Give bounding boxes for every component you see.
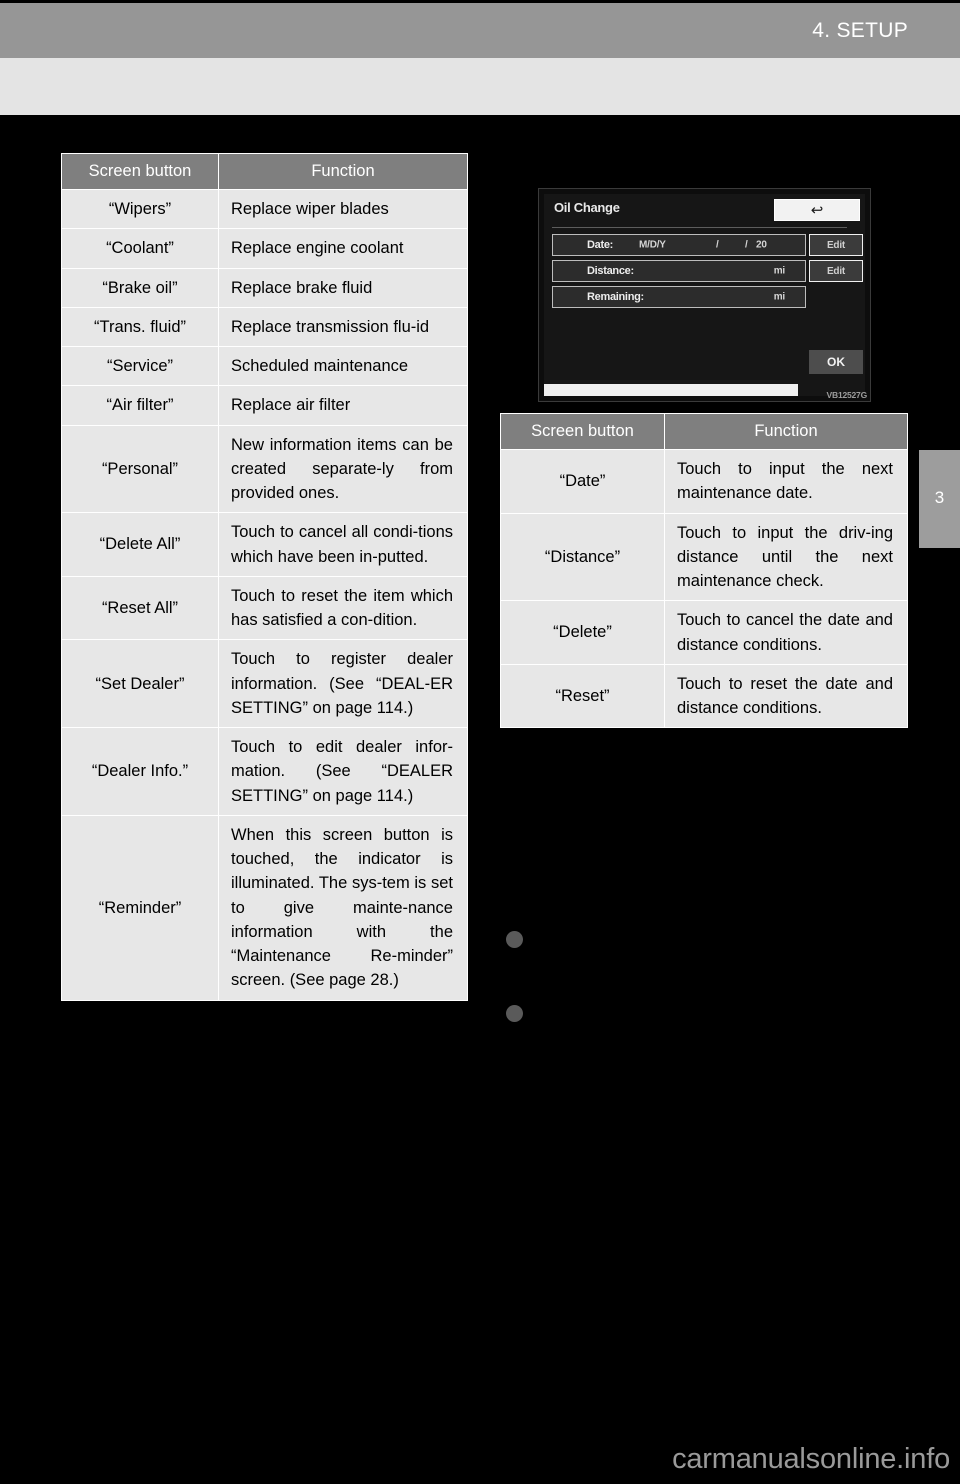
date-year-prefix: 20 xyxy=(756,239,767,251)
ok-button[interactable]: OK xyxy=(809,350,863,374)
screen-button-name: “Reset All” xyxy=(61,575,219,641)
chapter-tab: 3 xyxy=(919,450,960,548)
title-divider xyxy=(552,227,847,228)
page-subheader-band xyxy=(0,58,960,115)
back-arrow-icon: ↩ xyxy=(810,201,824,219)
screen-button-name: “Air filter” xyxy=(61,385,219,426)
oil-change-screen-figure: Oil Change ↩ Date: M/D/Y / / 20 Edit Dis… xyxy=(538,188,871,402)
back-button[interactable]: ↩ xyxy=(774,199,860,221)
table-row: “Air filter” Replace air filter xyxy=(61,385,468,426)
table-row: “Reset” Touch to reset the date and dist… xyxy=(500,663,908,729)
table-row: “Reset All” Touch to reset the item whic… xyxy=(61,575,468,641)
column-header-function: Function xyxy=(664,413,908,450)
device-bottom-bar xyxy=(544,384,798,396)
distance-row[interactable]: Distance: mi xyxy=(552,260,806,282)
remaining-row: Remaining: mi xyxy=(552,286,806,308)
date-slash-2: / xyxy=(745,239,748,251)
date-edit-label: Edit xyxy=(826,239,846,251)
column-header-screen-button: Screen button xyxy=(500,413,665,450)
date-edit-button[interactable]: Edit xyxy=(809,234,863,256)
screen-button-name: “Dealer Info.” xyxy=(61,727,219,816)
chapter-tab-number: 3 xyxy=(934,488,945,507)
date-format-hint: M/D/Y xyxy=(639,239,666,251)
figure-reference-code: VB12527G xyxy=(826,390,868,400)
screen-button-name: “Wipers” xyxy=(61,188,219,230)
table-row: “Reminder” When this screen button is to… xyxy=(61,814,468,1001)
function-description: Replace transmission flu-id xyxy=(218,306,468,348)
distance-row-label: Distance: xyxy=(587,265,634,277)
screen-button-name: “Set Dealer” xyxy=(61,639,219,728)
screen-button-name: “Reminder” xyxy=(61,814,219,1001)
bullet-marker-icon xyxy=(506,1005,523,1022)
column-header-screen-button: Screen button xyxy=(61,153,219,190)
function-description: New information items can be created sep… xyxy=(218,424,468,514)
table-row: “Wipers” Replace wiper blades xyxy=(61,188,468,230)
device-screen-body: Oil Change ↩ Date: M/D/Y / / 20 Edit Dis… xyxy=(544,194,865,396)
date-slash-1: / xyxy=(716,239,719,251)
distance-unit: mi xyxy=(773,265,785,277)
table-row: “Dealer Info.” Touch to edit dealer info… xyxy=(61,727,468,816)
screen-button-name: “Delete All” xyxy=(61,512,219,577)
remaining-row-label: Remaining: xyxy=(587,291,644,303)
column-header-function: Function xyxy=(218,153,468,190)
table-row: “Trans. fluid” Replace transmission flu-… xyxy=(61,306,468,348)
table-row: “Coolant” Replace engine coolant xyxy=(61,228,468,269)
screen-button-name: “Service” xyxy=(61,345,219,387)
function-description: Scheduled maintenance xyxy=(218,345,468,387)
function-description: Replace wiper blades xyxy=(218,188,468,230)
table-row: “Date” Touch to input the next maintenan… xyxy=(500,449,908,514)
site-watermark: carmanualsonline.info xyxy=(672,1443,950,1475)
distance-edit-label: Edit xyxy=(826,265,846,277)
screen-button-name: “Reset” xyxy=(500,663,665,729)
function-description: Replace engine coolant xyxy=(218,228,468,269)
function-description: Touch to reset the date and distance con… xyxy=(664,663,908,729)
table-row: “Personal” New information items can be … xyxy=(61,424,468,514)
function-description: When this screen button is touched, the … xyxy=(218,814,468,1001)
table-header-row: Screen button Function xyxy=(61,153,468,190)
screen-button-name: “Brake oil” xyxy=(61,267,219,308)
table-row: “Delete” Touch to cancel the date and di… xyxy=(500,600,908,665)
function-description: Replace brake fluid xyxy=(218,267,468,308)
function-description: Touch to cancel the date and distance co… xyxy=(664,600,908,665)
table-row: “Distance” Touch to input the driv-ing d… xyxy=(500,512,908,602)
bullet-marker-icon xyxy=(506,931,523,948)
distance-edit-button[interactable]: Edit xyxy=(809,260,863,282)
function-description: Touch to input the driv-ing distance unt… xyxy=(664,512,908,602)
screen-button-name: “Personal” xyxy=(61,424,219,514)
screen-button-name: “Distance” xyxy=(500,512,665,602)
screen-button-name: “Delete” xyxy=(500,600,665,665)
maintenance-screen-buttons-table: Screen button Function “Wipers” Replace … xyxy=(61,153,468,1001)
oil-change-screen-buttons-table: Screen button Function “Date” Touch to i… xyxy=(500,413,908,729)
table-row: “Set Dealer” Touch to register dealer in… xyxy=(61,639,468,728)
table-header-row: Screen button Function xyxy=(500,413,908,450)
function-description: Replace air filter xyxy=(218,385,468,426)
device-screen-title: Oil Change xyxy=(554,200,620,215)
table-row: “Brake oil” Replace brake fluid xyxy=(61,267,468,308)
page-title: 4. SETUP xyxy=(812,18,908,42)
remaining-unit: mi xyxy=(773,291,785,303)
page-header-banner: 4. SETUP xyxy=(0,3,960,58)
screen-button-name: “Date” xyxy=(500,449,665,514)
table-row: “Delete All” Touch to cancel all condi-t… xyxy=(61,512,468,577)
function-description: Touch to input the next maintenance date… xyxy=(664,449,908,514)
date-row-label: Date: xyxy=(587,239,614,251)
table-row: “Service” Scheduled maintenance xyxy=(61,345,468,387)
function-description: Touch to cancel all condi-tions which ha… xyxy=(218,512,468,577)
screen-button-name: “Trans. fluid” xyxy=(61,306,219,348)
screen-button-name: “Coolant” xyxy=(61,228,219,269)
function-description: Touch to reset the item which has satisf… xyxy=(218,575,468,641)
function-description: Touch to register dealer information. (S… xyxy=(218,639,468,728)
ok-button-label: OK xyxy=(827,355,845,369)
date-row[interactable]: Date: M/D/Y / / 20 xyxy=(552,234,806,256)
function-description: Touch to edit dealer infor-mation. (See … xyxy=(218,727,468,816)
